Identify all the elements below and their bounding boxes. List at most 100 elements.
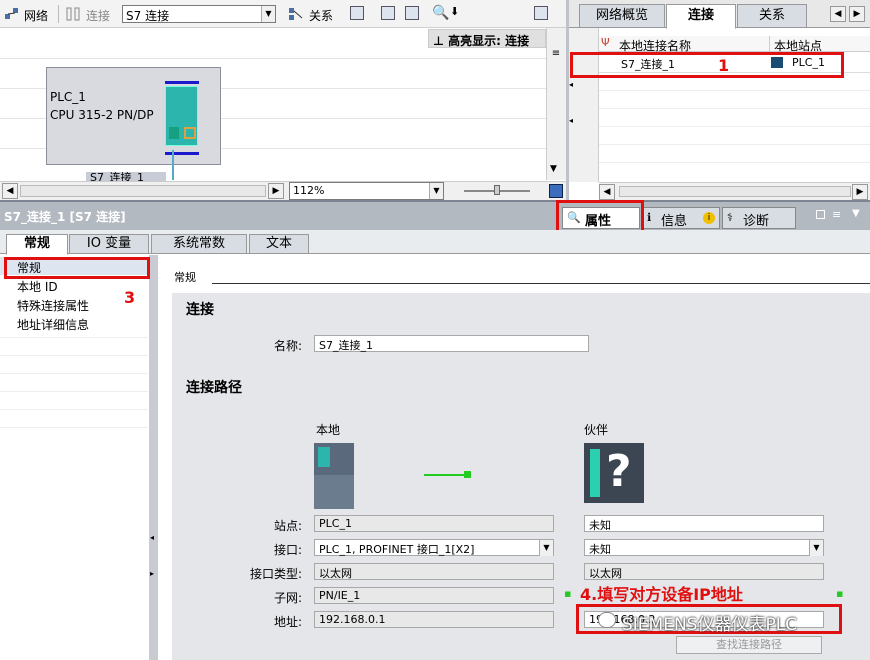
subnet-link-icon: ▪ <box>836 587 844 600</box>
partner-iftype-field: 以太网 <box>584 563 824 580</box>
eye-icon[interactable] <box>381 6 395 20</box>
highlight-bar: ⊥ 高亮显示: 连接 <box>428 29 546 48</box>
connection-label[interactable]: 连接 <box>86 7 110 24</box>
props-nav: 常规 本地 ID 特殊连接属性 地址详细信息 <box>0 255 150 660</box>
relation-icon[interactable] <box>288 7 304 21</box>
network-icon[interactable] <box>4 7 20 21</box>
row-divider <box>599 90 870 91</box>
connection-icon[interactable] <box>66 7 80 21</box>
network-vscroll[interactable]: ≡ ▼ <box>546 28 566 180</box>
tab-connections[interactable]: 连接 <box>666 4 736 29</box>
menu-icon[interactable]: ≡ <box>550 48 562 62</box>
local-cpu-image <box>314 443 354 509</box>
nav-item-special-props[interactable]: 特殊连接属性 <box>17 297 89 314</box>
splitter-arrow-icon[interactable]: ◂ <box>569 80 573 89</box>
scroll-left-icon[interactable]: ◀ <box>2 183 18 199</box>
local-subnet-field: PN/IE_1 <box>314 587 554 604</box>
local-label: 本地 <box>316 423 341 437</box>
chevron-down-icon[interactable]: ▼ <box>809 540 823 556</box>
network-statusbar: ◀ ▶ 112% ▼ <box>0 181 566 200</box>
annotation-box-3 <box>4 257 150 279</box>
tab-general[interactable]: 常规 <box>6 234 68 255</box>
nav-item-address-details[interactable]: 地址详细信息 <box>17 316 89 333</box>
tab-scroll-right-icon[interactable]: ▶ <box>849 6 865 22</box>
name-label: 名称: <box>273 339 302 353</box>
zoom-icon[interactable]: 🔍 <box>432 5 449 21</box>
local-address-field: 192.168.0.1 <box>314 611 554 628</box>
annotation-number-3: 3 <box>124 288 136 307</box>
properties-title: S7_连接_1 [S7 连接] <box>4 210 126 224</box>
connection-header: 连接 <box>186 302 214 318</box>
tab-relations[interactable]: 关系 <box>737 4 807 28</box>
zoom-select[interactable]: 112% ▼ <box>289 182 444 200</box>
network-hscroll[interactable] <box>20 185 266 197</box>
diagnostics-tab-label: 诊断 <box>743 214 770 229</box>
local-interface-value: PLC_1, PROFINET 接口_1[X2] <box>319 543 475 556</box>
led-strip <box>318 447 330 467</box>
grid-line <box>0 58 546 59</box>
ethernet-port-icon[interactable] <box>184 127 196 139</box>
annotation-box-2 <box>556 200 644 234</box>
local-station-field: PLC_1 <box>314 515 554 532</box>
partner-label: 伙伴 <box>584 423 609 437</box>
chevron-down-icon[interactable]: ▼ <box>429 183 443 199</box>
properties-titlebar: S7_连接_1 [S7 连接] 🔍 属性 ℹ 信息 i ⚕ 诊断 ≡ ▼ <box>0 200 870 230</box>
station-label: 站点: <box>273 519 302 533</box>
grid-icon[interactable] <box>405 6 419 20</box>
partner-interface-select[interactable]: 未知 ▼ <box>584 539 824 556</box>
menu-icon[interactable]: ≡ <box>832 208 841 221</box>
pin-icon[interactable]: ⊥ <box>433 34 444 48</box>
chevron-down-icon[interactable]: ▼ <box>539 540 553 556</box>
row-divider <box>0 337 148 338</box>
panel-icon[interactable] <box>534 6 548 20</box>
tab-texts[interactable]: 文本 <box>249 234 309 254</box>
tab-network-overview[interactable]: 网络概览 <box>579 4 665 28</box>
splitter-arrow-icon[interactable]: ◂ <box>150 533 154 542</box>
cpu-front <box>314 475 354 509</box>
scroll-left-icon[interactable]: ◀ <box>599 184 615 200</box>
scroll-right-icon[interactable]: ▶ <box>852 184 868 200</box>
nav-item-local-id[interactable]: 本地 ID <box>17 278 58 295</box>
plc-device-box[interactable]: PLC_1 CPU 315-2 PN/DP <box>46 67 221 165</box>
bus-line <box>165 152 199 155</box>
bus-line <box>165 81 199 84</box>
tab-io-tags[interactable]: IO 变量 <box>69 234 149 254</box>
device-cpu: CPU 315-2 PN/DP <box>50 108 154 122</box>
scroll-right-icon[interactable]: ▶ <box>268 183 284 199</box>
info-icon: i <box>703 212 715 224</box>
row-divider <box>0 427 148 428</box>
relation-label[interactable]: 关系 <box>309 7 333 24</box>
connection-type-select[interactable]: S7 连接 ▼ <box>122 5 276 23</box>
find-path-button[interactable]: 查找连接路径 <box>676 636 822 654</box>
address-label: 地址: <box>273 615 302 629</box>
name-icon[interactable] <box>350 6 364 20</box>
local-interface-select[interactable]: PLC_1, PROFINET 接口_1[X2] ▼ <box>314 539 554 556</box>
tab-scroll-left-icon[interactable]: ◀ <box>830 6 846 22</box>
info-tab[interactable]: ℹ 信息 i <box>642 207 720 229</box>
splitter-arrow-icon[interactable]: ◂ <box>569 116 573 125</box>
chevron-down-icon[interactable]: ▼ <box>261 6 275 22</box>
subnet-link-icon: ▪ <box>564 587 572 600</box>
row-divider <box>0 373 148 374</box>
download-icon[interactable]: ⬇ <box>450 5 459 18</box>
name-field[interactable]: S7_连接_1 <box>314 335 589 352</box>
collapse-icon[interactable]: ▼ <box>852 208 860 219</box>
scroll-down-icon[interactable]: ▼ <box>550 164 557 174</box>
table-hscroll[interactable] <box>619 186 851 197</box>
connection-type-icon: Ψ <box>601 36 610 49</box>
unknown-device-icon: ? <box>584 443 644 503</box>
row-divider <box>599 108 870 109</box>
nav-splitter[interactable]: ◂ ▸ <box>150 255 158 660</box>
splitter-arrow-icon[interactable]: ▸ <box>150 569 154 578</box>
row-divider <box>0 391 148 392</box>
cpu-module <box>165 86 198 146</box>
tab-system-constants[interactable]: 系统常数 <box>151 234 247 254</box>
partner-station-field[interactable]: 未知 <box>584 515 824 532</box>
zoom-slider-handle[interactable] <box>494 185 500 195</box>
network-label[interactable]: 网络 <box>24 7 48 24</box>
overview-icon[interactable] <box>549 184 563 198</box>
diagnostics-tab[interactable]: ⚕ 诊断 <box>722 207 796 229</box>
restore-icon[interactable] <box>816 210 825 219</box>
row-divider <box>599 162 870 163</box>
toolbar-divider <box>58 5 59 23</box>
